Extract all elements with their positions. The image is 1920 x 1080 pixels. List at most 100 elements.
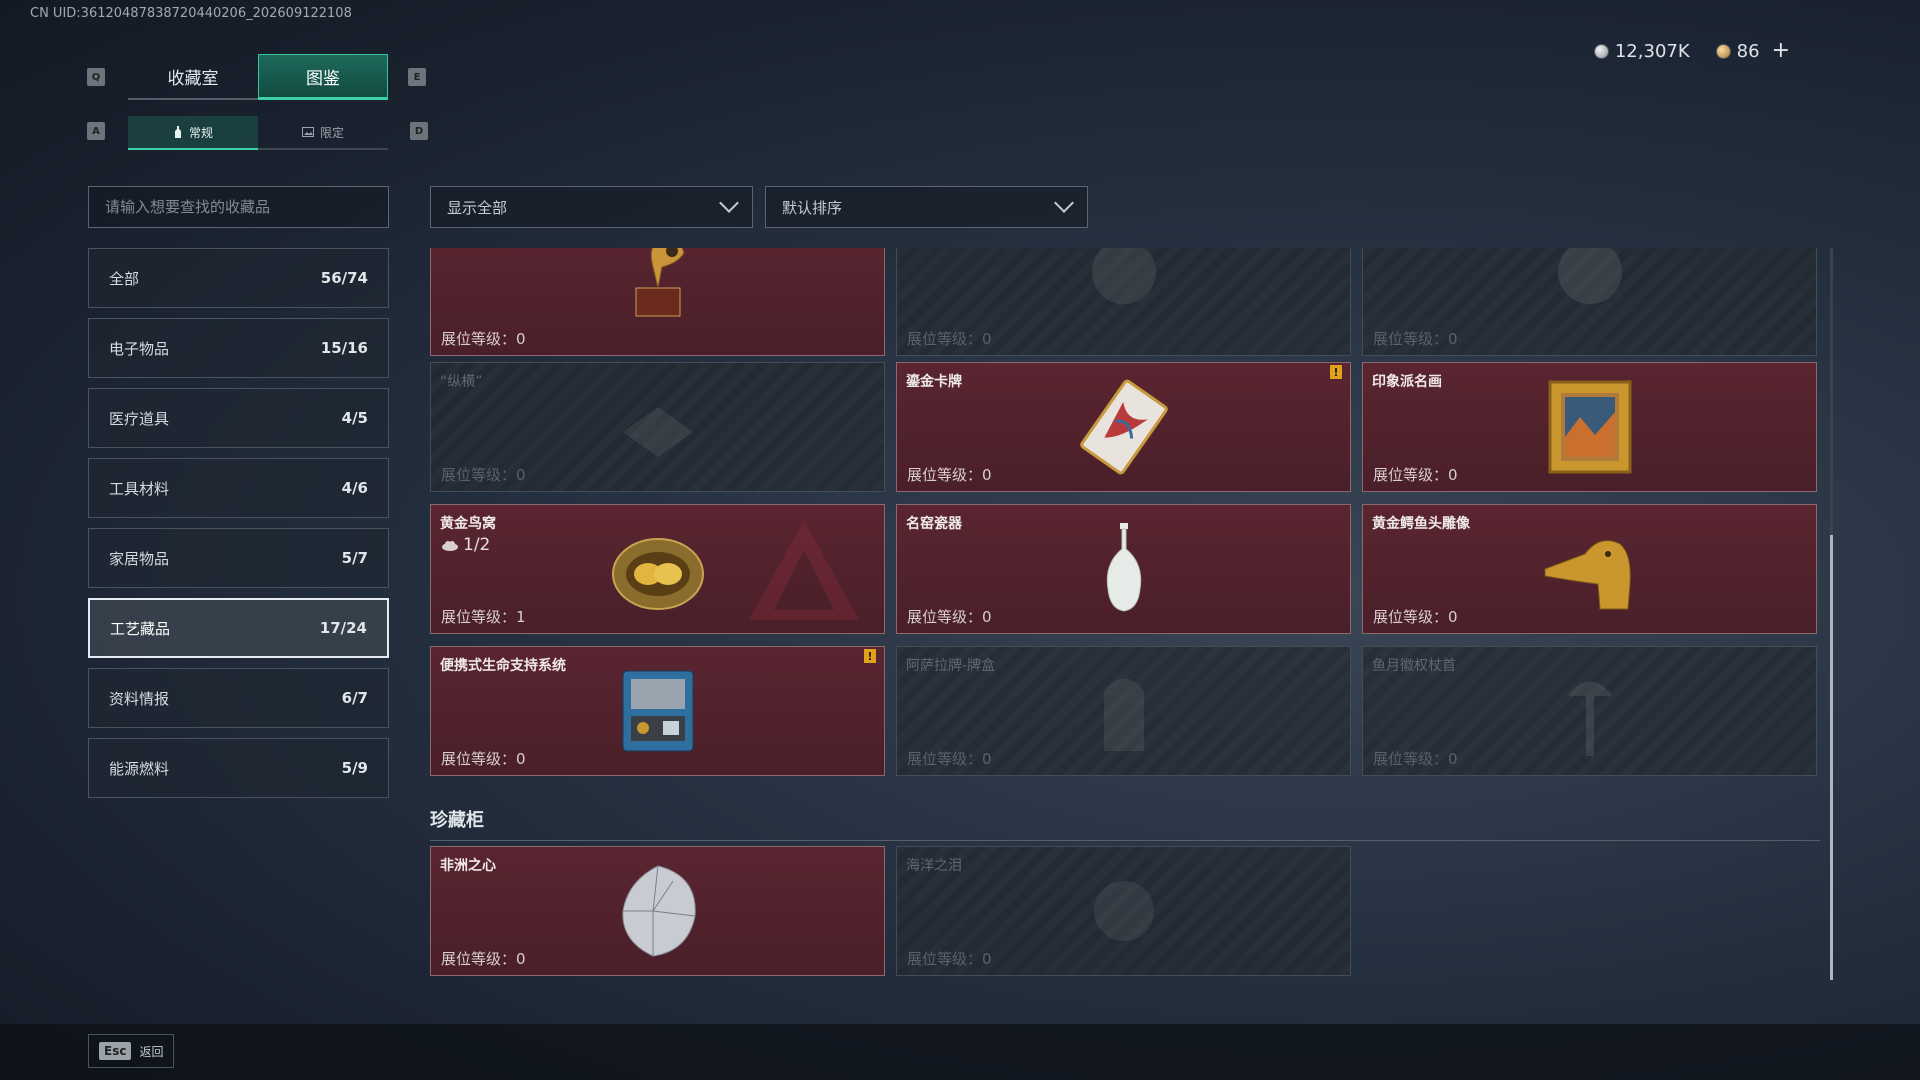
subtab-regular-label: 常规 [188, 125, 213, 140]
category-count: 4/6 [341, 479, 368, 497]
footer-bar [0, 1024, 1920, 1080]
collection-card-locked[interactable]: 鱼月徽权杖首 展位等级：0 [1362, 646, 1817, 776]
category-label: 工具材料 [109, 479, 170, 498]
category-electronics[interactable]: 电子物品 15/16 [88, 318, 389, 378]
chevron-down-icon [719, 193, 739, 213]
collection-card[interactable]: 名窑瓷器 展位等级：0 [896, 504, 1351, 634]
nest-icon [611, 538, 704, 610]
collection-card[interactable]: 黄金鸟窝 1/2 展位等级：1 [430, 504, 885, 634]
main-tabs: 收藏室 图鉴 [128, 54, 388, 100]
level-label: 展位等级：0 [907, 466, 992, 484]
silver-currency: 12,307K [1593, 40, 1690, 62]
subtab-limited[interactable]: 限定 [258, 116, 388, 150]
diamond-icon [621, 865, 696, 957]
back-label: 返回 [139, 1044, 164, 1059]
key-hint-q: Q [87, 68, 105, 86]
collection-card[interactable]: 展位等级：0 [430, 248, 885, 356]
gem-icon [1093, 881, 1154, 941]
category-label: 电子物品 [109, 339, 170, 358]
category-medical[interactable]: 医疗道具 4/5 [88, 388, 389, 448]
category-crafts[interactable]: 工艺藏品 17/24 [88, 598, 389, 658]
key-hint-d: D [410, 122, 428, 140]
collection-card[interactable]: 印象派名画 展位等级：0 [1362, 362, 1817, 492]
item-name: 黄金鸟窝 [440, 516, 496, 532]
item-name: 印象派名画 [1372, 374, 1442, 390]
scepter-icon [1567, 681, 1612, 756]
image-icon [301, 127, 314, 137]
category-count: 6/7 [341, 689, 368, 707]
item-name: 鱼月徽权杖首 [1372, 658, 1456, 674]
sub-tabs: 常规 限定 [128, 116, 388, 150]
collection-card[interactable]: 黄金鳄鱼头雕像 展位等级：0 [1362, 504, 1817, 634]
category-count: 56/74 [320, 269, 368, 287]
level-label: 展位等级：0 [907, 608, 992, 626]
display-filter-value: 显示全部 [447, 198, 508, 217]
category-household[interactable]: 家居物品 5/7 [88, 528, 389, 588]
tab-collection-room[interactable]: 收藏室 [128, 54, 258, 100]
key-hint-e: E [408, 68, 426, 86]
collection-card-locked[interactable]: 展位等级：0 [1362, 248, 1817, 356]
add-currency-button[interactable]: + [1772, 40, 1790, 62]
vase-icon [1106, 523, 1141, 612]
scrollbar-thumb[interactable] [1830, 535, 1833, 980]
level-label: 展位等级：0 [1373, 466, 1458, 484]
category-label: 家居物品 [109, 549, 170, 568]
silver-coin-icon [1593, 43, 1609, 59]
item-name: 名窑瓷器 [906, 516, 962, 532]
collection-card-locked[interactable]: 阿萨拉牌-牌盒 展位等级：0 [896, 646, 1351, 776]
category-energy[interactable]: 能源燃料 5/9 [88, 738, 389, 798]
level-label: 展位等级：0 [441, 750, 526, 768]
sort-value: 默认排序 [782, 198, 843, 217]
display-filter-dropdown[interactable]: 显示全部 [430, 186, 753, 228]
warning-icon: ! [1330, 365, 1342, 379]
collection-card[interactable]: 鎏金卡牌 ! 展位等级：0 [896, 362, 1351, 492]
level-label: 展位等级：0 [1373, 750, 1458, 768]
bottle-icon [174, 126, 181, 138]
gold-currency[interactable]: 86 + [1715, 40, 1790, 62]
category-count: 17/24 [319, 619, 367, 637]
cardbox-icon [1103, 678, 1144, 751]
section-title: 珍藏柜 [430, 806, 1820, 841]
item-name: “纵横” [440, 374, 483, 390]
category-intel[interactable]: 资料情报 6/7 [88, 668, 389, 728]
level-label: 展位等级：0 [441, 330, 526, 348]
globe-icon [1091, 248, 1156, 304]
gold-coin-icon [1715, 43, 1731, 59]
back-button[interactable]: Esc 返回 [88, 1034, 175, 1068]
collection-card-locked[interactable]: 展位等级：0 [896, 248, 1351, 356]
level-label: 展位等级：0 [441, 950, 526, 968]
crocodile-icon [1544, 540, 1631, 610]
tab-catalog[interactable]: 图鉴 [258, 54, 388, 100]
category-count: 15/16 [320, 339, 368, 357]
category-count: 5/7 [341, 549, 368, 567]
treasure-cabinet-section: 珍藏柜 [430, 806, 1820, 841]
collection-card[interactable]: 非洲之心 展位等级：0 [430, 846, 885, 976]
sort-dropdown[interactable]: 默认排序 [765, 186, 1088, 228]
subtab-regular[interactable]: 常规 [128, 116, 258, 150]
faction-logo-icon [749, 520, 859, 620]
collection-card[interactable]: 便携式生命支持系统 ! 展位等级：0 [430, 646, 885, 776]
category-label: 工艺藏品 [110, 619, 171, 638]
category-all[interactable]: 全部 56/74 [88, 248, 389, 308]
collection-card-locked[interactable]: “纵横” 展位等级：0 [430, 362, 885, 492]
category-count: 5/9 [341, 759, 368, 777]
uid-label: CN UID:36120487838720440206_202609122108 [30, 6, 352, 21]
item-name: 海洋之泪 [906, 858, 962, 874]
silver-amount: 12,307K [1614, 40, 1690, 62]
level-label: 展位等级：0 [907, 950, 992, 968]
category-list: 全部 56/74 电子物品 15/16 医疗道具 4/5 工具材料 4/6 家居物品 5/… [88, 248, 389, 808]
gramophone-icon [635, 248, 685, 317]
item-name: 黄金鳄鱼头雕像 [1372, 516, 1470, 532]
level-label: 展位等级：0 [441, 466, 526, 484]
level-label: 展位等级：0 [1373, 330, 1458, 348]
nest-small-icon [442, 541, 458, 551]
category-label: 医疗道具 [109, 409, 170, 428]
chevron-down-icon [1054, 193, 1074, 213]
item-name: 鎏金卡牌 [906, 374, 962, 390]
collection-card-locked[interactable]: 海洋之泪 展位等级：0 [896, 846, 1351, 976]
level-label: 展位等级：0 [1373, 608, 1458, 626]
search-input[interactable] [88, 186, 389, 228]
category-tools[interactable]: 工具材料 4/6 [88, 458, 389, 518]
category-label: 资料情报 [109, 689, 170, 708]
chessboard-icon [622, 407, 693, 457]
